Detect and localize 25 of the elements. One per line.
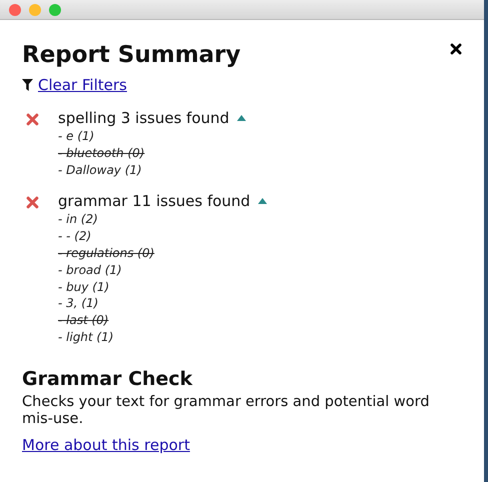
issue-item[interactable]: - last (0) [58, 312, 462, 329]
info-heading: Grammar Check [22, 366, 194, 392]
report-title: Report Summary [22, 41, 241, 70]
info-description: Checks your text for grammar errors and potential word mis-use. [22, 394, 430, 428]
filter-icon [22, 79, 33, 91]
issue-item[interactable]: - - (2) [58, 228, 462, 245]
close-window-icon[interactable] [9, 4, 21, 16]
issue-item[interactable]: - 3, (1) [58, 295, 462, 312]
issue-item[interactable]: - bluetooth (0) [58, 144, 462, 162]
issue-item[interactable]: - buy (1) [58, 278, 462, 296]
category-heading: grammar 11 issues found [58, 191, 250, 212]
issue-item[interactable]: - broad (1) [58, 262, 462, 279]
issue-item[interactable]: - regulations (0) [58, 244, 462, 262]
issue-item[interactable]: - Dalloway (1) [58, 162, 462, 178]
collapse-caret-icon[interactable] [258, 198, 268, 204]
category-heading: spelling 3 issues found [58, 108, 230, 128]
issue-item[interactable]: - light (1) [58, 328, 462, 346]
issue-item[interactable]: - e (1) [58, 128, 462, 145]
issue-item[interactable]: - in (2) [58, 211, 462, 228]
close-icon[interactable] [450, 43, 462, 55]
clear-filters-link[interactable]: Clear Filters [38, 76, 127, 94]
error-icon [26, 196, 39, 210]
more-about-link[interactable]: More about this report [22, 436, 190, 454]
collapse-caret-icon[interactable] [237, 115, 246, 121]
error-icon [26, 113, 39, 126]
